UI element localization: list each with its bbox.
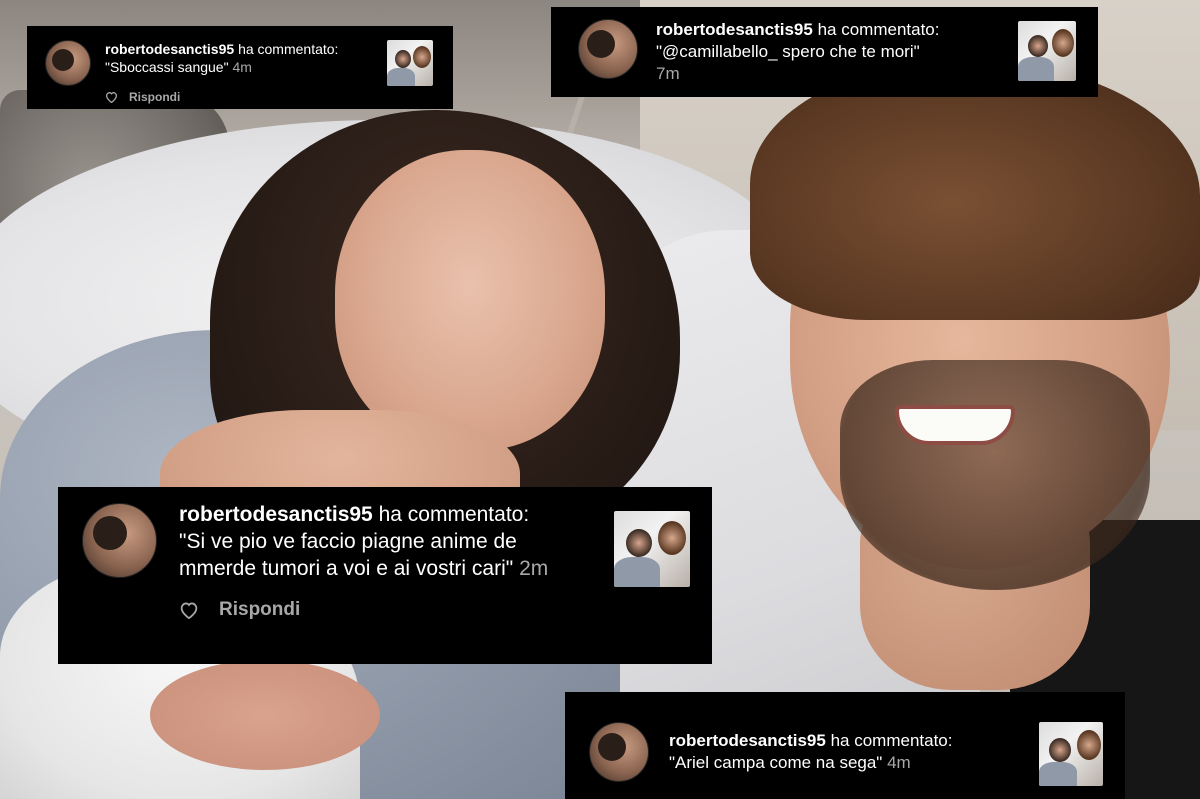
comment-time: 4m	[232, 59, 252, 75]
username[interactable]: robertodesanctis95	[669, 731, 826, 750]
man-beard	[840, 360, 1150, 590]
comment-body: "Sboccassi sangue"	[105, 59, 229, 75]
post-thumbnail[interactable]	[1018, 21, 1076, 81]
comment-header: robertodesanctis95 ha commentato:	[669, 730, 1029, 752]
comment-time: 7m	[656, 64, 680, 83]
heart-outline-icon[interactable]	[179, 601, 199, 619]
reply-button[interactable]: Rispondi	[129, 88, 180, 106]
comment-text: "@camillabello_ spero che te mori" 7m	[656, 41, 936, 85]
comment-time: 2m	[519, 557, 549, 580]
username[interactable]: robertodesanctis95	[179, 503, 373, 526]
reply-row: Rispondi	[105, 88, 377, 106]
comment-notification[interactable]: robertodesanctis95 ha commentato: "Sbocc…	[27, 26, 453, 109]
background-photo	[0, 0, 1200, 799]
comment-header: robertodesanctis95 ha commentato:	[656, 19, 1008, 41]
comment-notification[interactable]: robertodesanctis95 ha commentato: "Ariel…	[565, 692, 1125, 799]
comment-body: "Ariel campa come na sega"	[669, 753, 883, 772]
reply-button[interactable]: Rispondi	[219, 596, 300, 623]
comment-action: ha commentato:	[238, 41, 339, 57]
avatar[interactable]	[589, 722, 649, 782]
comment-action: ha commentato:	[830, 731, 953, 750]
comment-content: robertodesanctis95 ha commentato: "Ariel…	[669, 722, 1029, 774]
comment-notification[interactable]: robertodesanctis95 ha commentato: "@cami…	[551, 7, 1098, 97]
comment-content: robertodesanctis95 ha commentato: "Sbocc…	[105, 40, 377, 106]
comment-header: robertodesanctis95 ha commentato:	[179, 501, 604, 528]
newborn	[150, 660, 380, 770]
post-thumbnail[interactable]	[1039, 722, 1103, 786]
comment-text: "Ariel campa come na sega" 4m	[669, 752, 1029, 774]
avatar[interactable]	[82, 503, 157, 578]
reply-row: Rispondi	[179, 596, 604, 623]
comment-time: 4m	[887, 753, 911, 772]
comment-header: robertodesanctis95 ha commentato:	[105, 40, 377, 58]
man-smile	[895, 405, 1015, 445]
comment-action: ha commentato:	[378, 503, 530, 526]
heart-outline-icon[interactable]	[105, 91, 118, 103]
comment-body: "Si ve pio ve faccio piagne anime de mme…	[179, 530, 517, 580]
comment-text: "Si ve pio ve faccio piagne anime de mme…	[179, 528, 599, 582]
comment-text: "Sboccassi sangue" 4m	[105, 58, 377, 76]
comment-body: "@camillabello_ spero che te mori"	[656, 42, 920, 61]
comment-content: robertodesanctis95 ha commentato: "@cami…	[656, 19, 1008, 85]
comment-action: ha commentato:	[817, 20, 940, 39]
post-thumbnail[interactable]	[614, 511, 690, 587]
comment-notification[interactable]: robertodesanctis95 ha commentato: "Si ve…	[58, 487, 712, 664]
woman-face	[335, 150, 605, 450]
avatar[interactable]	[578, 19, 638, 79]
avatar[interactable]	[45, 40, 91, 86]
username[interactable]: robertodesanctis95	[105, 41, 234, 57]
post-thumbnail[interactable]	[387, 40, 433, 86]
username[interactable]: robertodesanctis95	[656, 20, 813, 39]
comment-content: robertodesanctis95 ha commentato: "Si ve…	[179, 501, 604, 623]
